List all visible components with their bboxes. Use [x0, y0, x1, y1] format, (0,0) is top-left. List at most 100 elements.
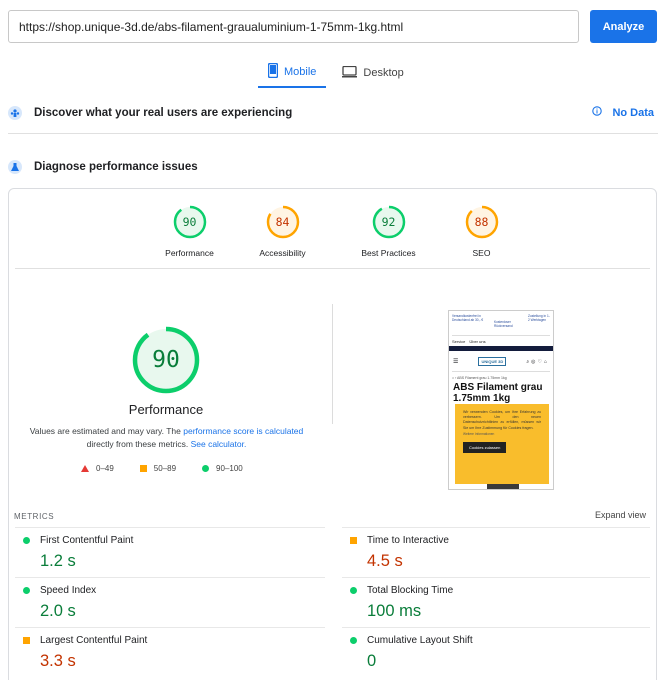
- preview-cookie-button: Cookies zulassen: [463, 441, 507, 453]
- pass-indicator: [23, 537, 30, 544]
- vertical-divider: [332, 304, 333, 424]
- metric-value: 100 ms: [367, 602, 422, 620]
- preview-cookie-banner: Wir verwenden Cookies, um Ihre Erfahrung…: [455, 404, 549, 484]
- pass-indicator: [350, 587, 357, 594]
- metric-divider: [342, 527, 650, 528]
- metrics-heading: METRICS: [14, 512, 55, 521]
- preview-about: Über uns: [469, 339, 486, 344]
- metric-fcp: First Contentful Paint 1.2 s: [9, 535, 309, 571]
- score-description: Values are estimated and may vary. The p…: [23, 425, 310, 451]
- gauge-score: 88: [474, 215, 489, 229]
- gauge-label: Accessibility: [259, 248, 306, 258]
- legend-fail: 0–49: [81, 464, 114, 473]
- score-calculation-link[interactable]: performance score is calculated: [183, 426, 303, 436]
- gauge-score: 90: [182, 215, 197, 229]
- diagnose-title: Diagnose performance issues: [34, 161, 198, 173]
- url-text: https://shop.unique-3d.de/abs-filament-g…: [19, 19, 404, 34]
- gauge-performance[interactable]: 90 Performance: [160, 205, 220, 258]
- tab-desktop[interactable]: Desktop: [332, 58, 413, 88]
- field-data-header: Discover what your real users are experi…: [8, 106, 292, 120]
- gauge-label: SEO: [472, 248, 491, 258]
- gauge-label: Best Practices: [361, 248, 416, 258]
- mobile-icon: [267, 62, 279, 81]
- metric-name: Total Blocking Time: [367, 585, 454, 596]
- metric-lcp: Largest Contentful Paint 3.3 s: [9, 635, 309, 671]
- metric-divider: [342, 577, 650, 578]
- expand-view-toggle[interactable]: Expand view: [595, 510, 646, 520]
- pass-indicator: [23, 587, 30, 594]
- preview-cookie-more: Weitere Informationen: [463, 431, 495, 436]
- no-data-indicator[interactable]: No Data: [592, 106, 654, 119]
- menu-icon: ☰: [453, 359, 459, 365]
- description-text-2: directly from these metrics.: [86, 439, 191, 449]
- gauge-score: 84: [275, 215, 290, 229]
- url-input[interactable]: https://shop.unique-3d.de/abs-filament-g…: [8, 10, 579, 43]
- legend-average: 50–89: [139, 464, 177, 473]
- legend-label: 90–100: [216, 464, 243, 473]
- circle-icon: [202, 465, 210, 472]
- performance-main-score: 90: [152, 347, 180, 373]
- gauge-seo[interactable]: 88 SEO: [452, 205, 512, 258]
- preview-product-title: ABS Filament grau 1.75mm 1kg: [453, 382, 543, 404]
- metric-cls: Cumulative Layout Shift 0: [336, 635, 636, 671]
- preview-cookie-text: Wir verwenden Cookies, um Ihre Erfahrung…: [463, 410, 541, 430]
- metric-tti: Time to Interactive 4.5 s: [336, 535, 636, 571]
- gauge-label: Performance: [165, 248, 214, 258]
- gauge-best-practices[interactable]: 92 Best Practices: [346, 205, 432, 258]
- preview-logo: UNIQUE 3D: [478, 357, 507, 366]
- preview-header: ☰ UNIQUE 3D ⌕◎♡⌂: [449, 351, 553, 369]
- info-icon: [592, 106, 603, 119]
- lab-icon: [8, 160, 22, 174]
- metric-divider: [15, 627, 325, 628]
- tab-mobile[interactable]: Mobile: [258, 58, 327, 88]
- calculator-link[interactable]: See calculator.: [191, 439, 247, 449]
- metric-name: Time to Interactive: [367, 535, 449, 546]
- preview-top-links: Versandkostenfrei in Deutschland ab 30,-…: [449, 311, 553, 335]
- metric-divider: [15, 577, 325, 578]
- desktop-icon: [342, 65, 358, 81]
- metric-value: 3.3 s: [40, 652, 76, 670]
- pass-indicator: [350, 637, 357, 644]
- tab-mobile-label: Mobile: [284, 66, 317, 78]
- preview-service: Service: [452, 339, 466, 344]
- preview-service-bar: Service Über uns: [452, 335, 550, 345]
- metric-divider: [342, 627, 650, 628]
- no-data-label: No Data: [612, 106, 654, 119]
- legend-label: 0–49: [96, 464, 114, 473]
- preview-bottom-image: [487, 484, 519, 489]
- diagnose-header: Diagnose performance issues: [8, 160, 198, 174]
- square-icon: [139, 465, 147, 472]
- legend-label: 50–89: [153, 464, 177, 473]
- average-indicator: [350, 537, 357, 544]
- final-screenshot: Versandkostenfrei in Deutschland ab 30,-…: [448, 310, 554, 490]
- gauge-score: 92: [381, 215, 396, 229]
- lighthouse-report: 90 Performance 84 Accessibility 92 Best …: [8, 188, 657, 680]
- preview-breadcrumb: ⌂ › ABS Filament grau 1.75mm 1kg: [452, 371, 550, 382]
- metric-divider: [15, 527, 325, 528]
- preview-top-link: Versandkostenfrei in Deutschland ab 30,-…: [452, 314, 484, 322]
- triangle-icon: [81, 465, 89, 472]
- preview-top-link: Zustellung in 1-2 Werktagen: [528, 314, 550, 322]
- metric-tbt: Total Blocking Time 100 ms: [336, 585, 636, 621]
- legend-pass: 90–100: [202, 464, 243, 473]
- metric-value: 4.5 s: [367, 552, 403, 570]
- description-text: Values are estimated and may vary. The: [29, 426, 184, 436]
- users-icon: [8, 106, 22, 120]
- metric-value: 2.0 s: [40, 602, 76, 620]
- analyze-button[interactable]: Analyze: [590, 10, 657, 43]
- gauge-accessibility[interactable]: 84 Accessibility: [240, 205, 326, 258]
- average-indicator: [23, 637, 30, 644]
- metric-value: 0: [367, 652, 377, 670]
- score-legend: 0–49 50–89 90–100: [81, 464, 269, 473]
- metric-name: Speed Index: [40, 585, 97, 596]
- metric-name: Largest Contentful Paint: [40, 635, 148, 646]
- metric-name: First Contentful Paint: [40, 535, 134, 546]
- preview-breadcrumb-text: ABS Filament grau 1.75mm 1kg: [457, 376, 507, 380]
- preview-header-icons: ⌕◎♡⌂: [526, 358, 549, 365]
- preview-top-link: Kostenloser Rückversand: [494, 320, 513, 328]
- category-gauges: 90 Performance 84 Accessibility 92 Best …: [9, 205, 656, 258]
- metric-name: Cumulative Layout Shift: [367, 635, 473, 646]
- section-divider: [8, 133, 658, 134]
- tab-desktop-label: Desktop: [363, 67, 404, 79]
- metric-value: 1.2 s: [40, 552, 76, 570]
